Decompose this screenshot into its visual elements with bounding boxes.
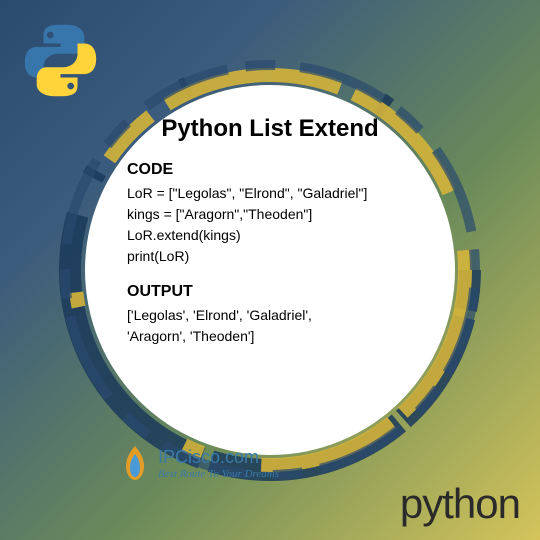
content-circle: Python List Extend CODE LoR = ["Legolas"… — [55, 55, 485, 485]
output-label: OUTPUT — [127, 283, 193, 301]
code-line: kings = ["Aragorn","Theoden"] — [127, 204, 367, 225]
page-title: Python List Extend — [161, 115, 378, 143]
code-line: LoR.extend(kings) — [127, 225, 367, 246]
code-block: LoR = ["Legolas", "Elrond", "Galadriel"]… — [127, 183, 367, 267]
brand-text: IPCisco.com Best Route To Your Dreams — [158, 447, 279, 480]
code-line: LoR = ["Legolas", "Elrond", "Galadriel"] — [127, 183, 367, 204]
content-area: Python List Extend CODE LoR = ["Legolas"… — [85, 85, 455, 455]
output-block: ['Legolas', 'Elrond', 'Galadriel', 'Arag… — [127, 305, 312, 347]
flame-icon — [120, 444, 150, 482]
brand-name: IPCisco.com — [158, 447, 279, 468]
output-line: 'Aragorn', 'Theoden'] — [127, 326, 312, 347]
output-line: ['Legolas', 'Elrond', 'Galadriel', — [127, 305, 312, 326]
brand-tagline: Best Route To Your Dreams — [158, 468, 279, 480]
python-logo-icon — [18, 18, 103, 103]
python-footer-text: python — [400, 480, 520, 528]
brand-area: IPCisco.com Best Route To Your Dreams — [120, 444, 279, 482]
code-label: CODE — [127, 161, 173, 179]
code-line: print(LoR) — [127, 246, 367, 267]
